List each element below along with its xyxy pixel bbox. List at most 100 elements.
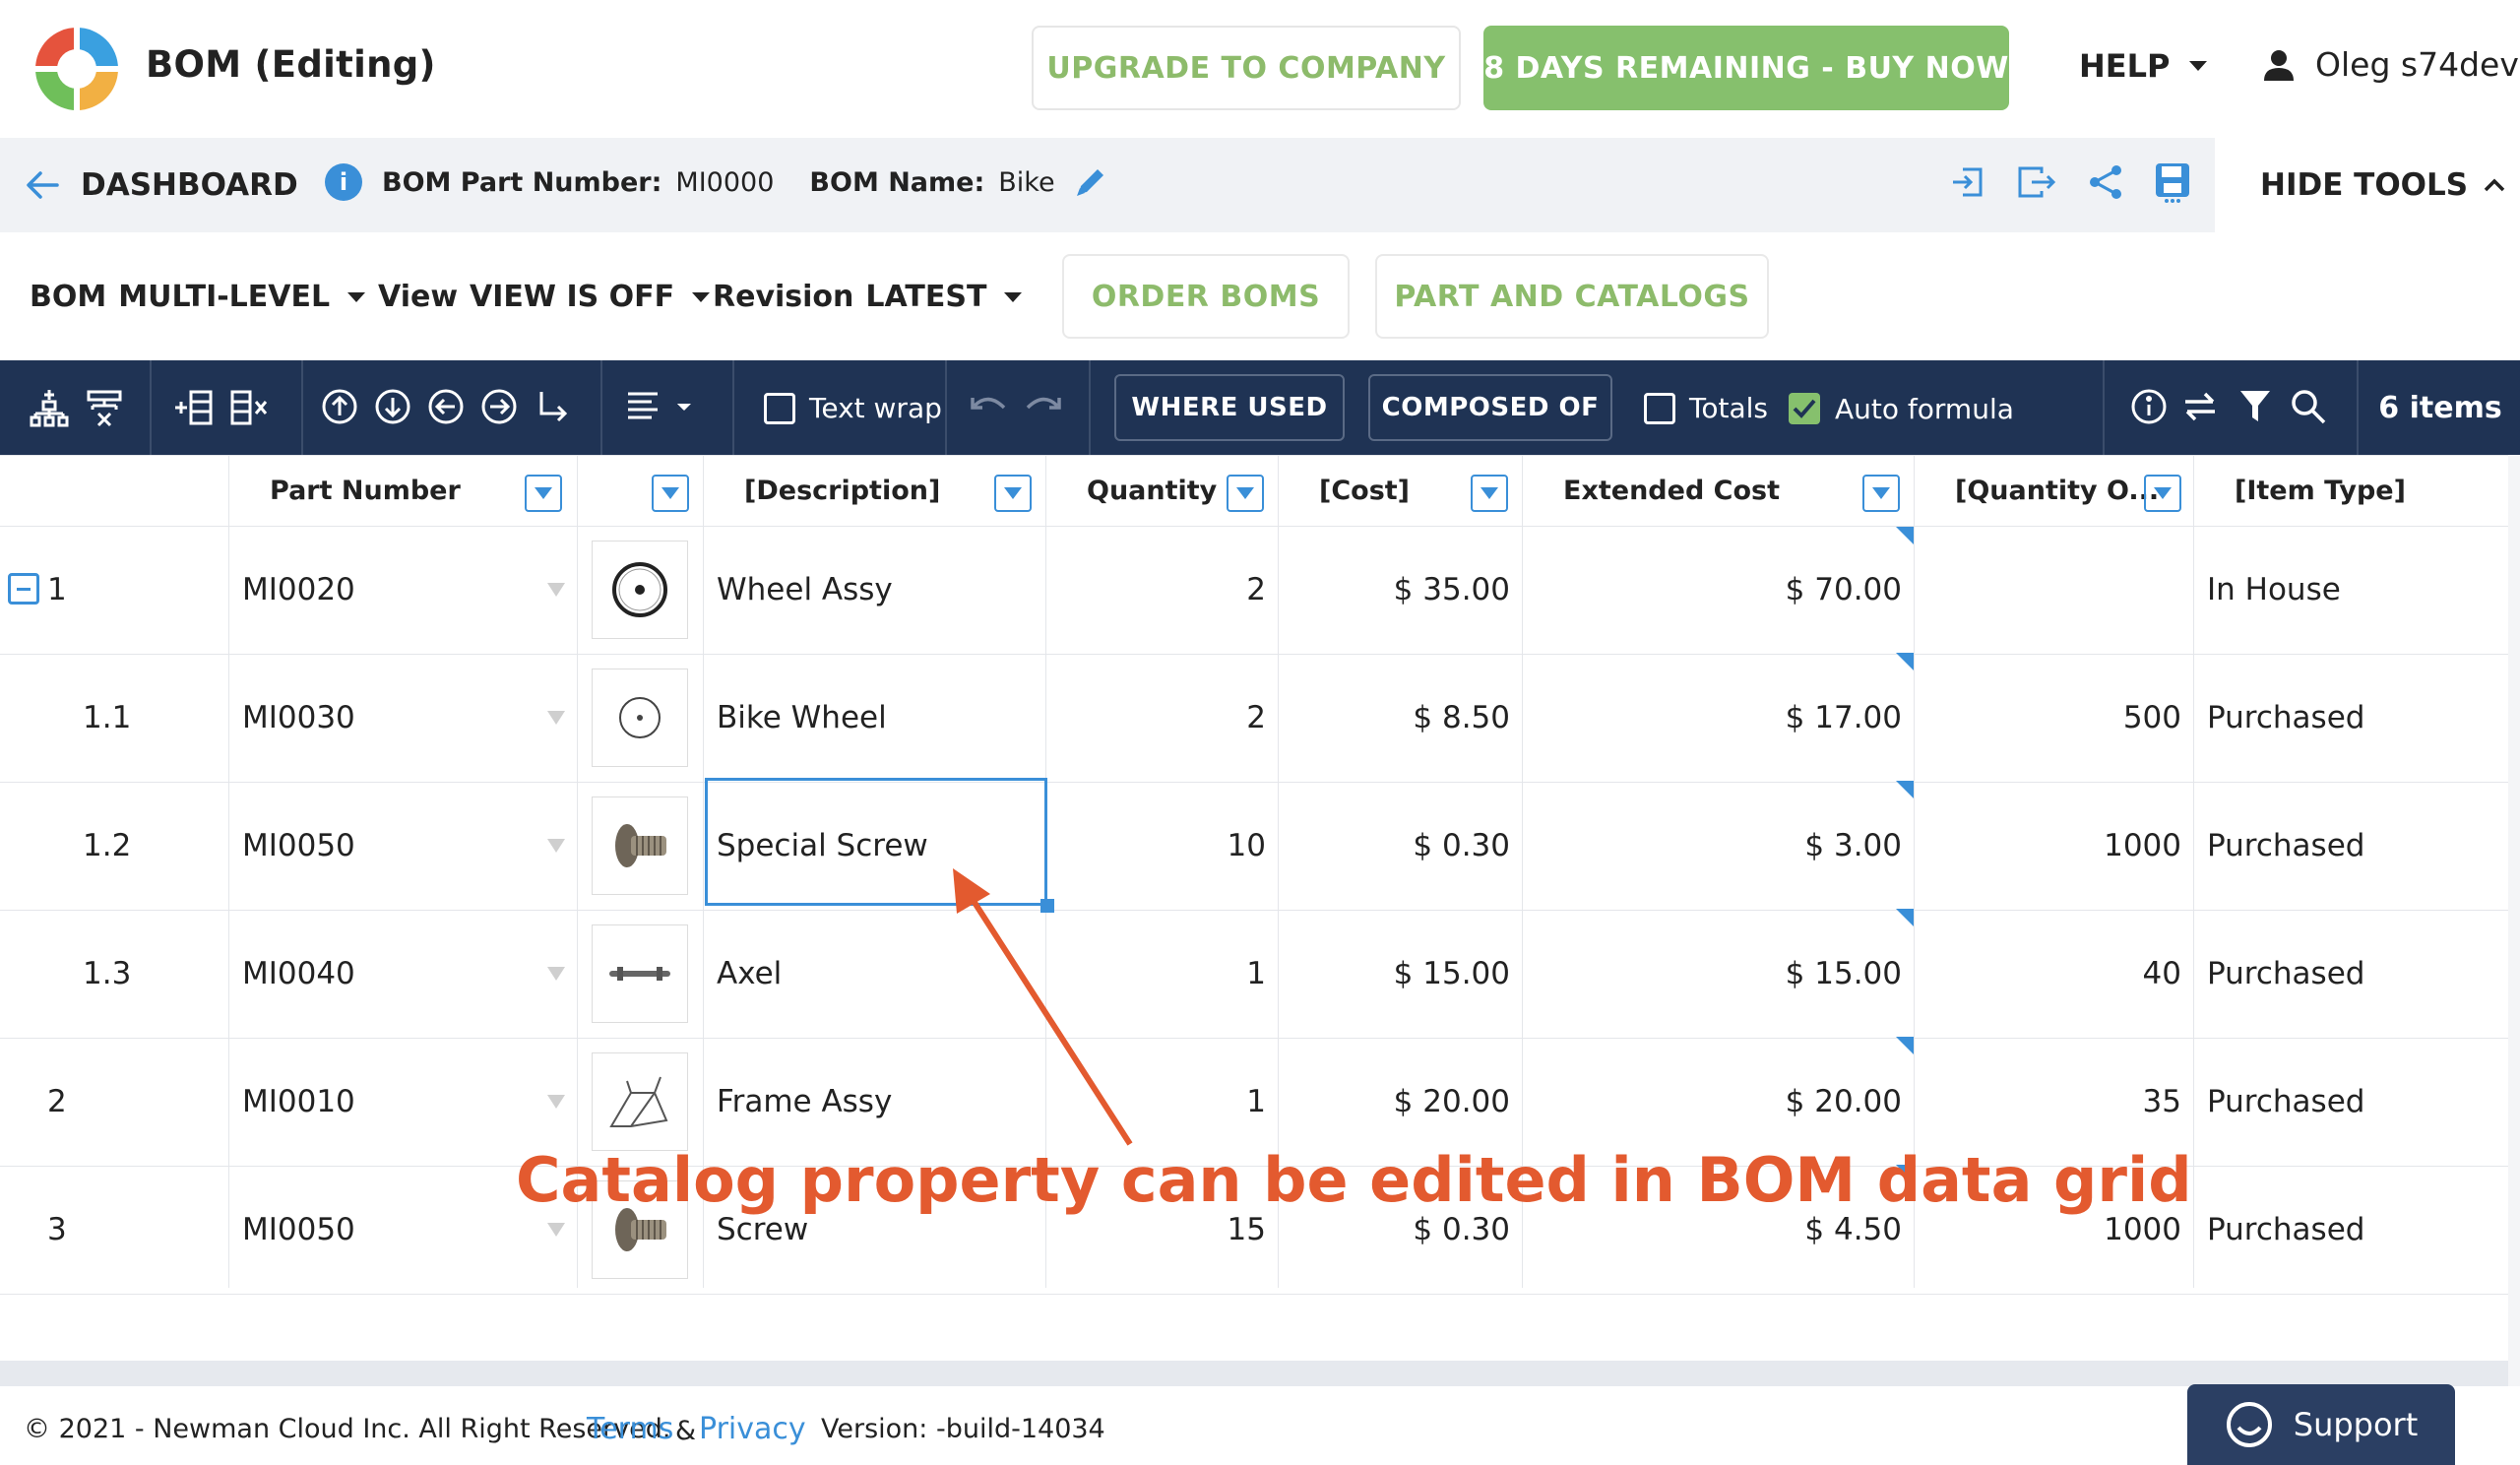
part-number-cell[interactable]: MI0040 <box>242 910 537 1038</box>
chevron-down-icon[interactable] <box>547 583 565 597</box>
item-type-cell[interactable]: Purchased <box>2207 782 2502 910</box>
indent-icon[interactable] <box>536 388 571 425</box>
filter-dropdown-icon[interactable] <box>525 475 562 512</box>
chevron-down-icon[interactable] <box>547 1223 565 1237</box>
cost-cell[interactable]: $ 8.50 <box>1286 654 1510 782</box>
part-number-cell[interactable]: MI0020 <box>242 526 537 654</box>
extended-cost-cell[interactable]: $ 15.00 <box>1530 910 1902 1038</box>
part-number-cell[interactable]: MI0050 <box>242 1166 537 1294</box>
row-level[interactable]: 2 <box>47 1038 185 1166</box>
column-header-extended-cost[interactable]: Extended Cost <box>1563 455 1780 526</box>
filter-dropdown-icon[interactable] <box>1227 475 1264 512</box>
bike-wheel-thumbnail[interactable] <box>592 669 688 767</box>
item-type-cell[interactable]: In House <box>2207 526 2502 654</box>
remove-hierarchy-icon[interactable] <box>85 388 124 427</box>
chevron-down-icon[interactable] <box>547 1095 565 1109</box>
collapse-toggle-icon[interactable] <box>8 573 39 605</box>
part-number-cell[interactable]: MI0050 <box>242 782 537 910</box>
axel-thumbnail[interactable] <box>592 924 688 1023</box>
hide-tools-button[interactable]: HIDE TOOLS <box>2215 138 2520 232</box>
filter-dropdown-icon[interactable] <box>994 475 1032 512</box>
extended-cost-cell[interactable]: $ 17.00 <box>1530 654 1902 782</box>
terms-link[interactable]: Terms <box>587 1412 673 1446</box>
delete-column-icon[interactable] <box>228 388 270 427</box>
quantity-on-hand-cell[interactable]: 500 <box>1922 654 2181 782</box>
import-icon[interactable] <box>1949 163 1986 201</box>
column-header-cost[interactable]: [Cost] <box>1319 455 1410 526</box>
user-menu[interactable]: Oleg s74dev <box>2264 45 2519 84</box>
column-header-quantity[interactable]: Quantity <box>1087 455 1217 526</box>
quantity-cell[interactable]: 2 <box>1053 526 1266 654</box>
quantity-on-hand-cell[interactable] <box>1922 526 2181 654</box>
chevron-down-icon[interactable] <box>547 839 565 853</box>
extended-cost-cell[interactable]: $ 3.00 <box>1530 782 1902 910</box>
description-cell[interactable]: Bike Wheel <box>717 654 1041 782</box>
swap-icon[interactable] <box>2181 388 2219 425</box>
bom-type-select[interactable]: BOM MULTI-LEVEL <box>30 280 366 314</box>
share-icon[interactable] <box>2087 163 2124 201</box>
cost-cell[interactable]: $ 15.00 <box>1286 910 1510 1038</box>
info-icon[interactable]: i <box>325 163 362 201</box>
screw-thumbnail[interactable] <box>592 796 688 895</box>
insert-column-icon[interactable] <box>173 388 215 427</box>
horizontal-scrollbar[interactable] <box>0 1361 2508 1386</box>
column-header-quantity-on-hand[interactable]: [Quantity O... <box>1955 455 2159 526</box>
chevron-down-icon[interactable] <box>547 967 565 981</box>
chevron-down-icon[interactable] <box>547 711 565 725</box>
move-up-icon[interactable] <box>321 388 358 425</box>
dashboard-link[interactable]: DASHBOARD <box>26 167 298 203</box>
item-type-cell[interactable]: Purchased <box>2207 654 2502 782</box>
redo-icon[interactable] <box>1024 388 1063 423</box>
filter-icon[interactable] <box>2238 388 2272 425</box>
cost-cell[interactable]: $ 35.00 <box>1286 526 1510 654</box>
search-icon[interactable] <box>2290 388 2327 425</box>
quantity-on-hand-cell[interactable]: 1000 <box>1922 782 2181 910</box>
row-level[interactable]: 1.3 <box>83 910 220 1038</box>
buy-now-button[interactable]: 8 DAYS REMAINING - BUY NOW <box>1483 26 2009 110</box>
cost-cell[interactable]: $ 0.30 <box>1286 782 1510 910</box>
export-icon[interactable] <box>2016 163 2057 201</box>
row-level[interactable]: 1.1 <box>83 654 220 782</box>
save-icon[interactable] <box>2154 161 2191 203</box>
align-icon[interactable] <box>626 388 695 425</box>
part-catalogs-button[interactable]: PART AND CATALOGS <box>1375 254 1769 339</box>
part-number-cell[interactable]: MI0030 <box>242 654 537 782</box>
quantity-cell[interactable]: 2 <box>1053 654 1266 782</box>
extended-cost-cell[interactable]: $ 70.00 <box>1530 526 1902 654</box>
column-header-description[interactable]: [Description] <box>744 455 940 526</box>
auto-formula-checkbox[interactable]: Auto formula <box>1788 392 2014 425</box>
row-level[interactable]: 3 <box>47 1166 185 1294</box>
quantity-on-hand-cell[interactable]: 40 <box>1922 910 2181 1038</box>
view-select[interactable]: View VIEW IS OFF <box>378 280 711 314</box>
frame-thumbnail[interactable] <box>592 1052 688 1151</box>
move-right-icon[interactable] <box>480 388 518 425</box>
wheel-assy-thumbnail[interactable] <box>592 541 688 639</box>
help-menu[interactable]: HELP <box>2079 47 2208 85</box>
column-header-part-number[interactable]: Part Number <box>270 455 461 526</box>
privacy-link[interactable]: Privacy <box>699 1412 806 1446</box>
where-used-button[interactable]: WHERE USED <box>1114 374 1345 441</box>
move-down-icon[interactable] <box>374 388 411 425</box>
pencil-icon[interactable] <box>1073 164 1108 200</box>
text-wrap-checkbox[interactable]: Text wrap <box>764 392 942 424</box>
move-left-icon[interactable] <box>427 388 465 425</box>
row-level[interactable]: 1 <box>47 526 185 654</box>
composed-of-button[interactable]: COMPOSED OF <box>1368 374 1612 441</box>
filter-dropdown-icon[interactable] <box>1862 475 1900 512</box>
item-type-cell[interactable]: Purchased <box>2207 910 2502 1038</box>
vertical-scrollbar-track[interactable] <box>2508 455 2520 1465</box>
filter-dropdown-icon[interactable] <box>652 475 689 512</box>
add-hierarchy-icon[interactable] <box>30 388 69 427</box>
upgrade-button[interactable]: UPGRADE TO COMPANY <box>1032 26 1461 110</box>
support-button[interactable]: Support <box>2187 1384 2455 1465</box>
app-logo-icon[interactable] <box>28 20 126 118</box>
info-circle-icon[interactable] <box>2130 388 2168 425</box>
revision-select[interactable]: Revision LATEST <box>713 280 1023 314</box>
filter-dropdown-icon[interactable] <box>2144 475 2181 512</box>
undo-icon[interactable] <box>969 388 1008 423</box>
item-type-cell[interactable]: Purchased <box>2207 1038 2502 1166</box>
row-level[interactable]: 1.2 <box>83 782 220 910</box>
column-header-item-type[interactable]: [Item Type] <box>2235 455 2406 526</box>
totals-checkbox[interactable]: Totals <box>1644 392 1768 424</box>
part-number-cell[interactable]: MI0010 <box>242 1038 537 1166</box>
